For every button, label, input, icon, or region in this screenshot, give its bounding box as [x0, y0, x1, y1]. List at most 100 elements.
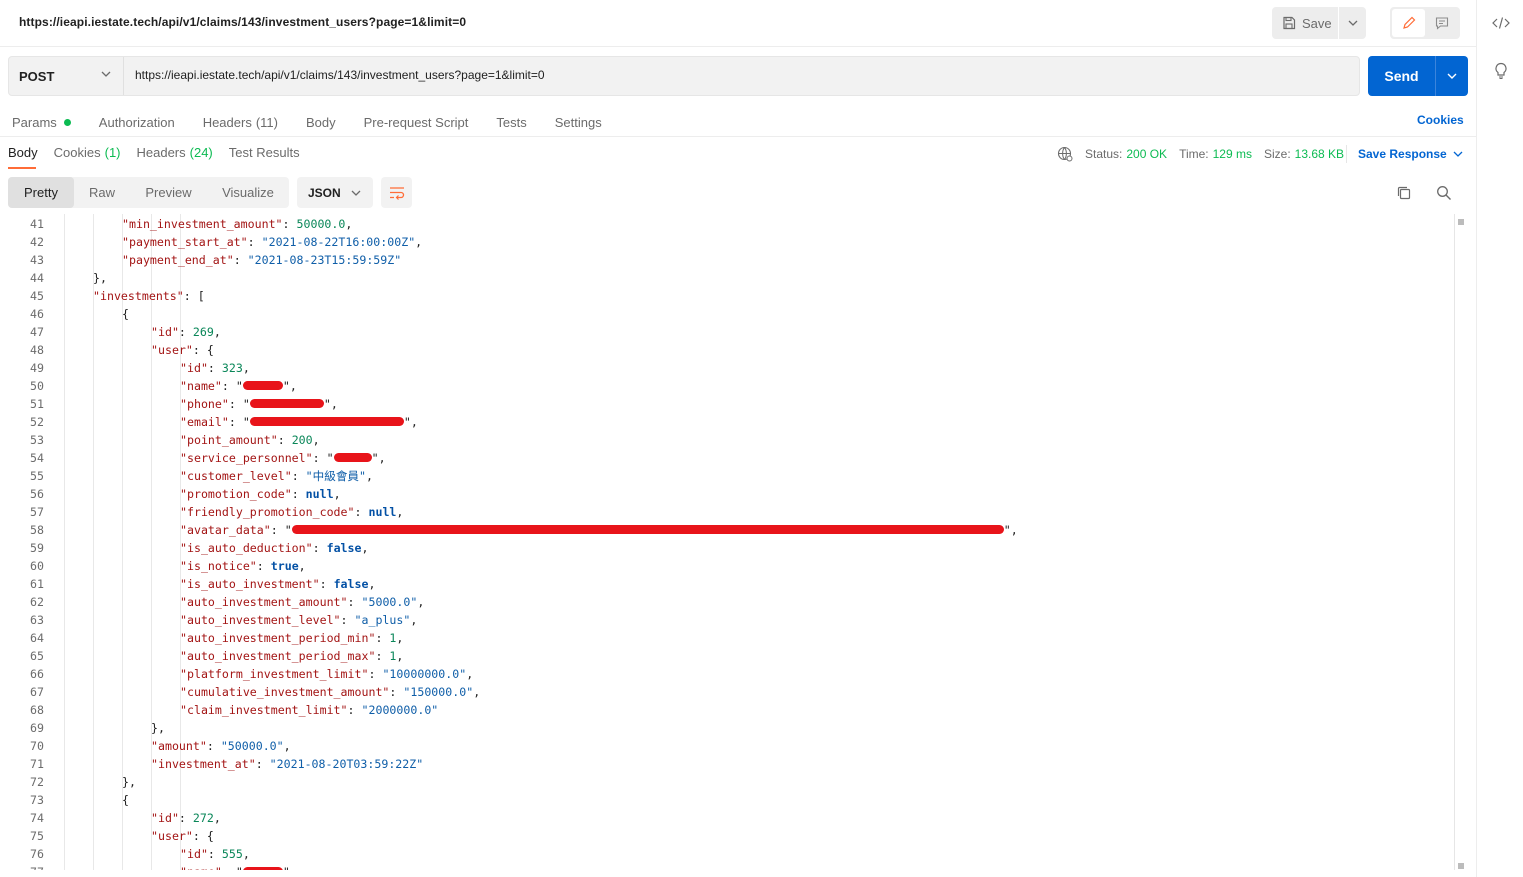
tab-headers[interactable]: Headers (11)	[203, 112, 278, 132]
redaction-mark	[242, 381, 283, 390]
json-key: "auto_investment_period_max"	[180, 649, 376, 663]
code-text: "friendly_promotion_code": null,	[180, 505, 404, 519]
save-button[interactable]: Save	[1272, 7, 1338, 39]
tab-response-cookies[interactable]: Cookies (1)	[54, 145, 121, 169]
code-line: 45 "investments": [	[0, 287, 1455, 305]
json-value: "10000000.0"	[382, 667, 467, 681]
json-key: "email"	[180, 415, 229, 429]
code-line: 41 "min_investment_amount": 50000.0,	[0, 215, 1455, 233]
response-body-editor[interactable]: 41 "min_investment_amount": 50000.0, 42 "pa…	[0, 214, 1460, 870]
code-text: "claim_investment_limit": "2000000.0"	[180, 703, 439, 717]
tab-body[interactable]: Body	[306, 112, 336, 132]
scroll-up-arrow[interactable]	[1458, 219, 1464, 225]
code-text: {	[122, 307, 129, 321]
status-value[interactable]: 200 OK	[1126, 147, 1167, 161]
line-number: 59	[30, 541, 44, 555]
save-response-button[interactable]: Save Response	[1346, 145, 1463, 163]
code-text: {	[122, 793, 129, 807]
json-key: "name"	[180, 865, 222, 870]
line-number: 56	[30, 487, 44, 501]
tab-label: Body	[305, 114, 336, 130]
search-icon[interactable]	[1434, 183, 1454, 203]
code-line: 62 "auto_investment_amount": "5000.0",	[0, 593, 1455, 611]
code-line: 50 "name": " ",	[0, 377, 1455, 395]
json-key: "user"	[151, 343, 193, 357]
url-bar: POST	[8, 56, 1360, 96]
tab-response-headers[interactable]: Headers (24)	[137, 145, 213, 169]
line-number: 65	[30, 649, 44, 663]
tab-count: (1)	[104, 145, 121, 160]
code-text: "id": 555,	[180, 847, 250, 861]
divider	[0, 136, 1476, 137]
code-line: 49 "id": 323,	[0, 359, 1455, 377]
view-raw-button[interactable]: Raw	[74, 177, 130, 208]
tab-params[interactable]: Params	[12, 112, 71, 132]
json-key: "claim_investment_limit"	[180, 703, 348, 717]
code-line: 67 "cumulative_investment_amount": "15000…	[0, 683, 1455, 701]
code-line: 48 "user": {	[0, 341, 1455, 359]
editor-scrollbar[interactable]	[1454, 214, 1455, 870]
comment-mode-button[interactable]	[1425, 9, 1458, 37]
pencil-icon	[1402, 16, 1415, 29]
line-number: 41	[30, 217, 44, 231]
json-value: null	[368, 505, 397, 519]
code-icon[interactable]	[1491, 13, 1511, 33]
method-label: POST	[19, 68, 55, 84]
method-select[interactable]: POST	[9, 57, 124, 95]
time-value[interactable]: 129 ms	[1213, 147, 1252, 161]
json-value: 272	[192, 811, 214, 825]
json-value: "5000.0"	[361, 595, 418, 609]
code-line: 77 "name": "",	[0, 863, 1455, 870]
size-label: Size:	[1263, 147, 1291, 161]
time-label: Time:	[1179, 147, 1209, 161]
line-number: 72	[30, 775, 44, 789]
send-button-group: Send	[1368, 56, 1468, 96]
format-select[interactable]: JSON	[297, 177, 373, 208]
tab-label: Tests	[496, 114, 527, 130]
json-key: "name"	[180, 379, 222, 393]
json-value: 50000.0	[296, 217, 346, 231]
view-preview-button[interactable]: Preview	[130, 177, 207, 208]
view-visualize-button[interactable]: Visualize	[207, 177, 289, 208]
wrap-lines-button[interactable]	[381, 177, 412, 208]
line-number: 64	[30, 631, 44, 645]
url-input[interactable]	[135, 68, 1335, 82]
send-button[interactable]: Send	[1368, 56, 1435, 96]
right-sidebar	[1476, 0, 1523, 877]
tab-label: Headers	[202, 114, 252, 130]
code-line: 75 "user": {	[0, 827, 1455, 845]
json-key: "user"	[151, 829, 193, 843]
save-options-button[interactable]	[1339, 7, 1366, 39]
tab-settings[interactable]: Settings	[555, 112, 602, 132]
save-response-label: Save Response	[1358, 147, 1447, 161]
tab-count: (24)	[189, 145, 213, 160]
json-key: "service_personnel"	[180, 451, 313, 465]
size-value[interactable]: 13.68 KB	[1295, 147, 1344, 161]
send-options-button[interactable]	[1435, 56, 1468, 96]
tab-label: Cookies	[53, 145, 101, 160]
view-pretty-button[interactable]: Pretty	[8, 177, 74, 208]
tab-response-body[interactable]: Body	[8, 145, 38, 169]
tab-tests[interactable]: Tests	[496, 112, 526, 132]
tab-pre-request-script[interactable]: Pre-request Script	[364, 112, 469, 132]
code-line: 73 {	[0, 791, 1455, 809]
code-text: "platform_investment_limit": "10000000.0…	[180, 667, 474, 681]
tab-label: Headers	[136, 145, 186, 160]
tab-authorization[interactable]: Authorization	[99, 112, 175, 132]
code-text: "name": "",	[180, 863, 297, 870]
line-number: 62	[30, 595, 44, 609]
copy-icon[interactable]	[1394, 183, 1414, 203]
request-title[interactable]: https://ieapi.iestate.tech/api/v1/claims…	[19, 15, 466, 29]
json-value: 1	[389, 649, 397, 663]
line-number: 55	[30, 469, 44, 483]
request-header-bar: https://ieapi.iestate.tech/api/v1/claims…	[0, 0, 1476, 47]
lightbulb-icon[interactable]	[1491, 61, 1511, 81]
code-text: "is_auto_deduction": false,	[180, 541, 369, 555]
globe-icon[interactable]	[1057, 146, 1073, 162]
tab-test-results[interactable]: Test Results	[229, 145, 300, 169]
scroll-down-arrow[interactable]	[1458, 863, 1464, 869]
code-line: 54 "service_personnel": " ",	[0, 449, 1455, 467]
json-key: "is_auto_deduction"	[180, 541, 313, 555]
edit-mode-button[interactable]	[1392, 9, 1425, 37]
cookies-link[interactable]: Cookies	[1417, 113, 1464, 127]
